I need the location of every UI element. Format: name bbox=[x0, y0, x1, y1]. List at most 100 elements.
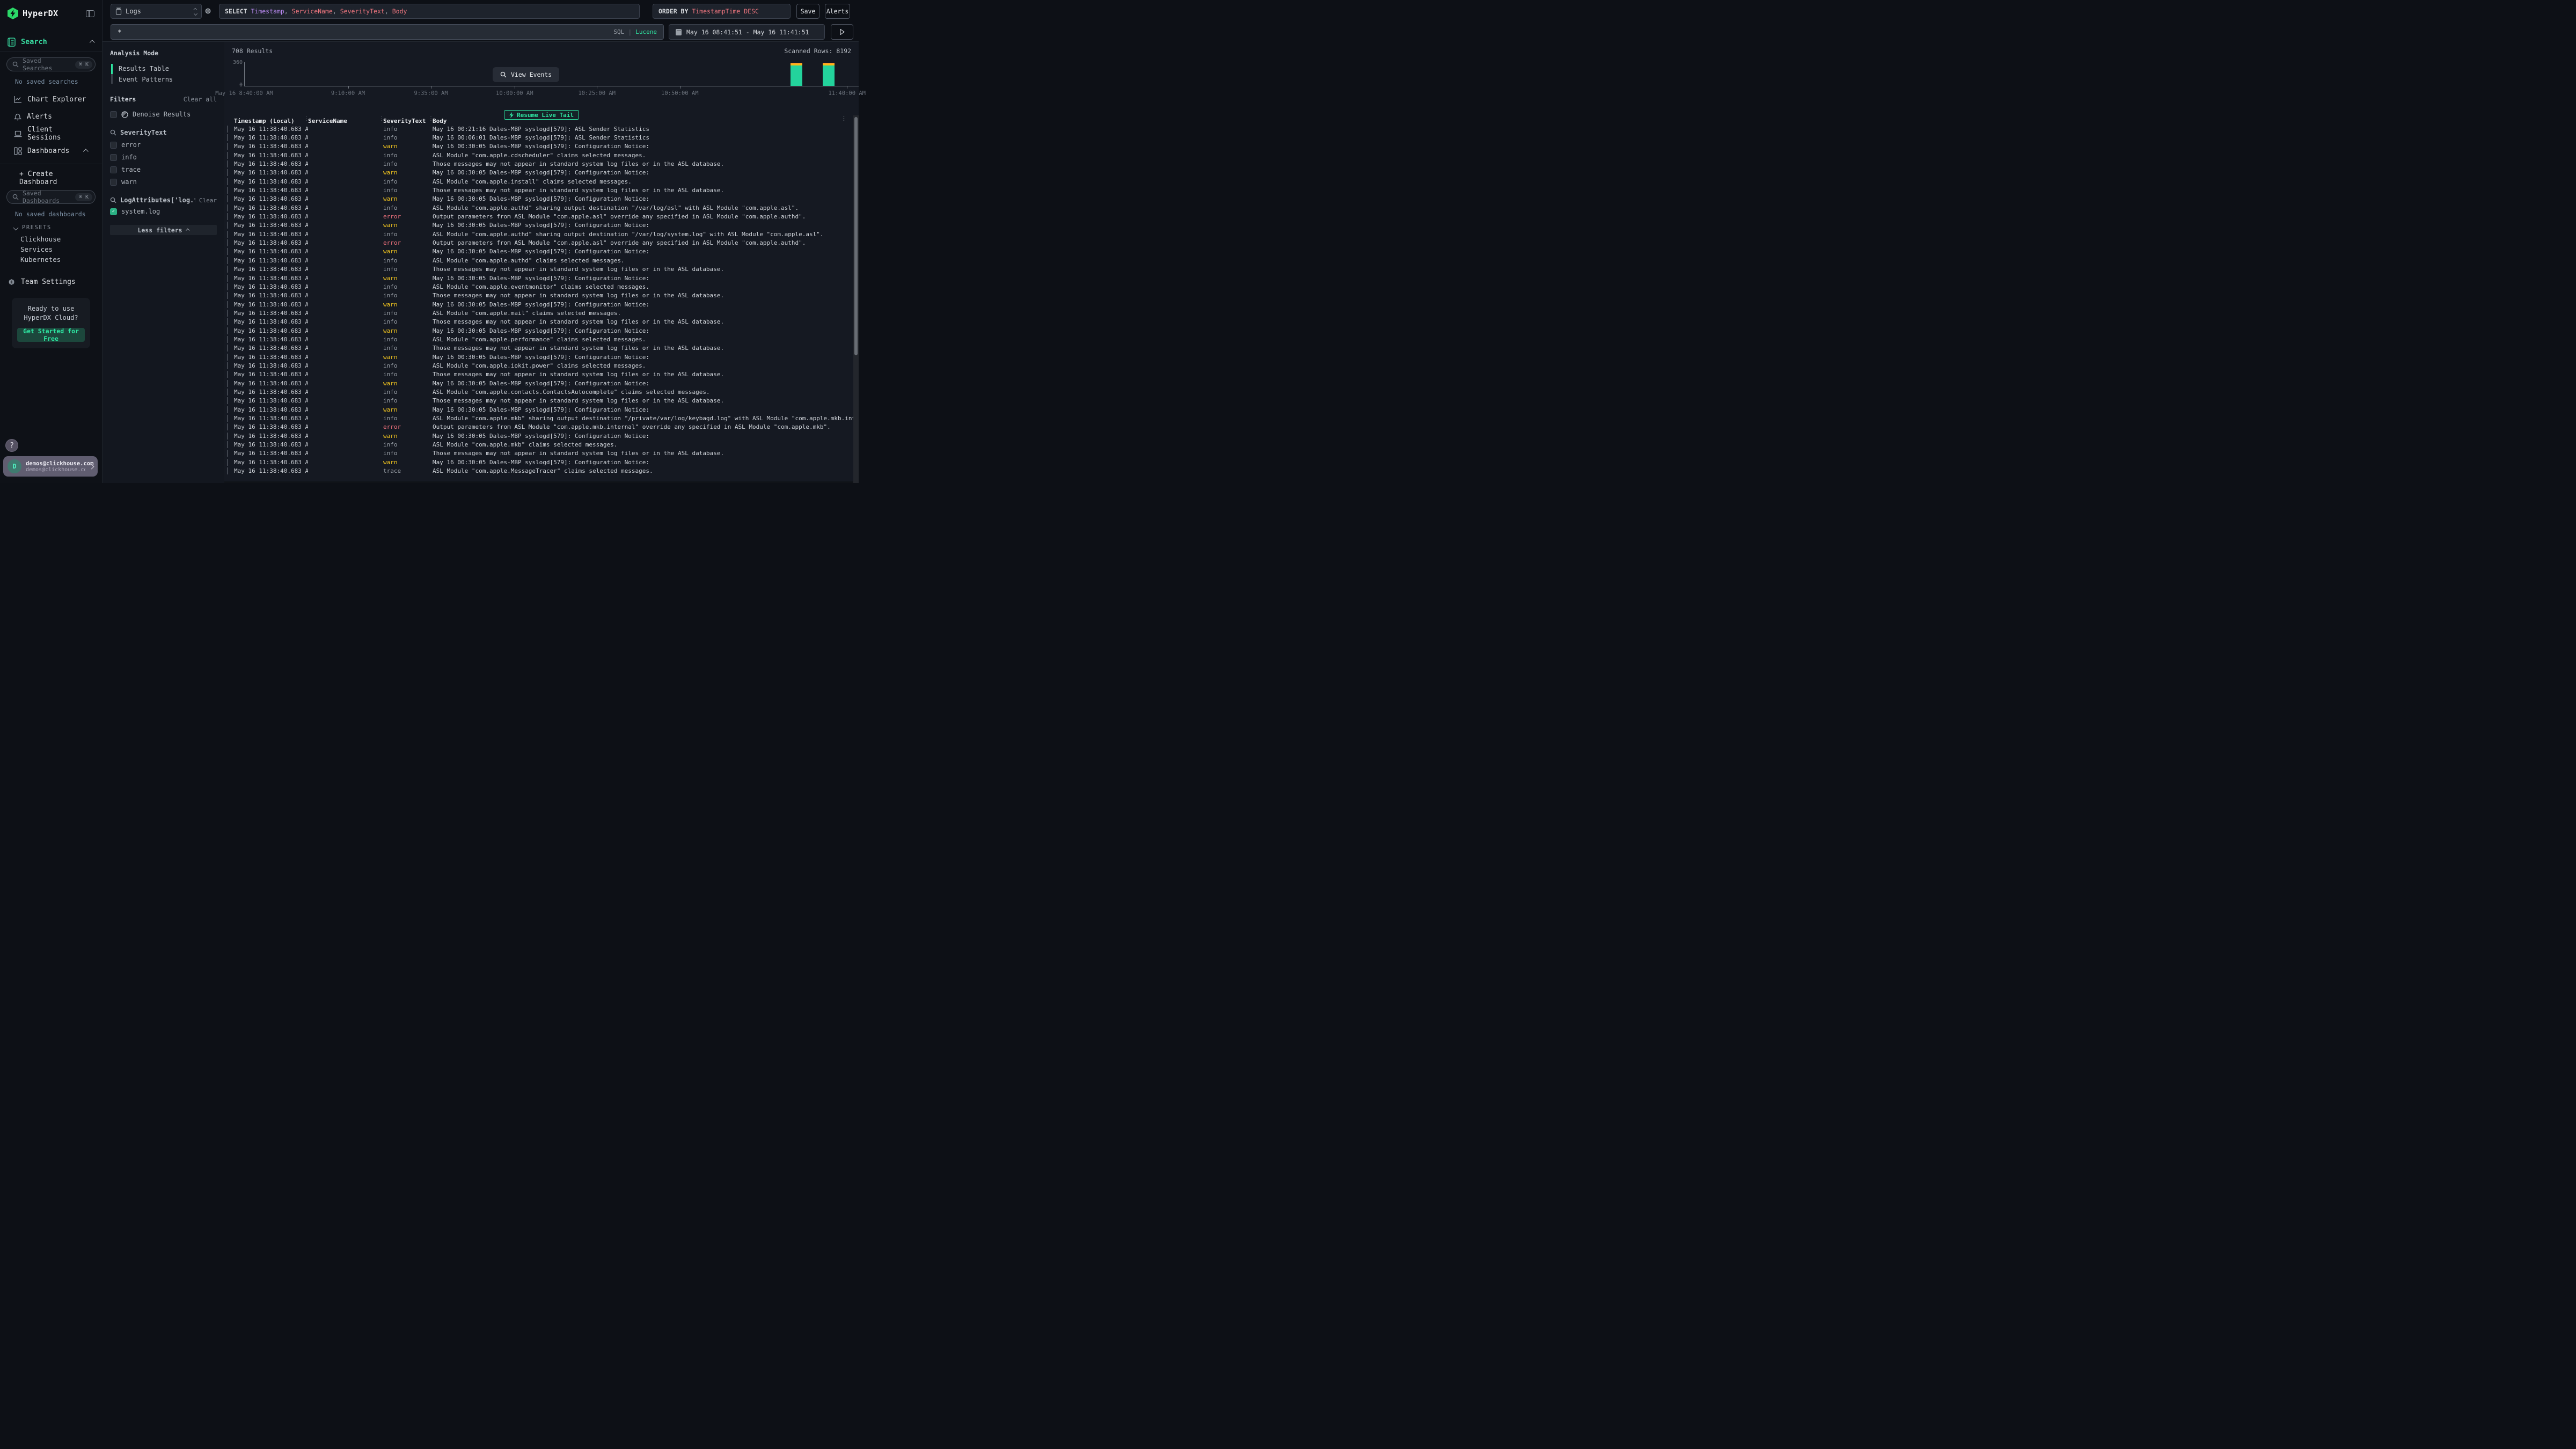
expand-row-chevron-icon[interactable] bbox=[224, 354, 234, 361]
save-button[interactable]: Save bbox=[796, 4, 819, 19]
table-row[interactable]: May 16 11:38:40.683 AMwarnMay 16 00:30:0… bbox=[224, 195, 853, 203]
table-row[interactable]: May 16 11:38:40.683 AMwarnMay 16 00:30:0… bbox=[224, 431, 853, 440]
expand-row-chevron-icon[interactable] bbox=[224, 213, 234, 220]
table-row[interactable]: May 16 11:38:40.683 AMwarnMay 16 00:30:0… bbox=[224, 142, 853, 151]
filter-option-trace[interactable]: trace bbox=[110, 166, 217, 173]
checkbox-checked[interactable]: ✓ bbox=[110, 208, 117, 215]
mode-toggle-lucene[interactable]: Lucene bbox=[635, 28, 657, 35]
table-row[interactable]: May 16 11:38:40.683 AMinfoMay 16 00:06:0… bbox=[224, 133, 853, 142]
clear-group-link[interactable]: Clear bbox=[199, 197, 217, 204]
expand-row-chevron-icon[interactable] bbox=[224, 178, 234, 185]
table-row[interactable]: May 16 11:38:40.683 AMinfoASL Module "co… bbox=[224, 151, 853, 159]
expand-row-chevron-icon[interactable] bbox=[224, 231, 234, 238]
expand-row-chevron-icon[interactable] bbox=[224, 222, 234, 229]
expand-row-chevron-icon[interactable] bbox=[224, 371, 234, 378]
table-row[interactable]: May 16 11:38:40.683 AMinfoASL Module "co… bbox=[224, 309, 853, 317]
sidebar-item-client-sessions[interactable]: Client Sessions bbox=[6, 125, 96, 142]
expand-row-chevron-icon[interactable] bbox=[224, 423, 234, 430]
filter-option-system-log[interactable]: ✓ system.log bbox=[110, 208, 217, 215]
expand-row-chevron-icon[interactable] bbox=[224, 266, 234, 273]
column-header-body[interactable]: Body bbox=[433, 118, 853, 125]
expand-row-chevron-icon[interactable] bbox=[224, 450, 234, 457]
denoise-checkbox[interactable] bbox=[110, 111, 117, 118]
expand-row-chevron-icon[interactable] bbox=[224, 433, 234, 440]
scrollbar-thumb[interactable] bbox=[854, 117, 858, 355]
expand-row-chevron-icon[interactable] bbox=[224, 134, 234, 141]
checkbox[interactable] bbox=[110, 142, 117, 149]
expand-row-chevron-icon[interactable] bbox=[224, 318, 234, 325]
expand-row-chevron-icon[interactable] bbox=[224, 301, 234, 308]
time-range-picker[interactable]: May 16 08:41:51 - May 16 11:41:51 bbox=[669, 24, 825, 40]
table-options-kebab-icon[interactable]: ⋮ bbox=[841, 115, 847, 122]
expand-row-chevron-icon[interactable] bbox=[224, 336, 234, 343]
mode-event-patterns[interactable]: Event Patterns bbox=[119, 74, 217, 85]
table-row[interactable]: May 16 11:38:40.683 AMwarnMay 16 00:30:0… bbox=[224, 247, 853, 256]
column-resize-handle-icon[interactable]: ⋮ bbox=[428, 116, 434, 122]
column-header-severitytext[interactable]: SeverityText bbox=[383, 118, 433, 125]
select-columns-input[interactable]: SELECT Timestamp , ServiceName , Severit… bbox=[219, 4, 640, 19]
filter-group-severitytext[interactable]: SeverityText bbox=[120, 129, 217, 136]
table-row[interactable]: May 16 11:38:40.683 AMinfoASL Module "co… bbox=[224, 335, 853, 343]
presets-header[interactable]: PRESETS bbox=[14, 224, 96, 231]
chart-bar[interactable] bbox=[823, 63, 835, 86]
expand-row-chevron-icon[interactable] bbox=[224, 415, 234, 422]
expand-row-chevron-icon[interactable] bbox=[224, 239, 234, 246]
expand-row-chevron-icon[interactable] bbox=[224, 327, 234, 334]
expand-row-chevron-icon[interactable] bbox=[224, 362, 234, 369]
table-row[interactable]: May 16 11:38:40.683 AMinfoThose messages… bbox=[224, 318, 853, 326]
help-button[interactable]: ? bbox=[5, 439, 18, 452]
expand-row-chevron-icon[interactable] bbox=[224, 187, 234, 194]
table-row[interactable]: May 16 11:38:40.683 AMwarnMay 16 00:30:0… bbox=[224, 353, 853, 361]
column-header-servicename[interactable]: ServiceName bbox=[308, 118, 383, 125]
table-row[interactable]: May 16 11:38:40.683 AMwarnMay 16 00:30:0… bbox=[224, 300, 853, 309]
mode-results-table[interactable]: Results Table bbox=[119, 63, 217, 74]
order-by-input[interactable]: ORDER BY TimestampTime DESC bbox=[653, 4, 791, 19]
expand-row-chevron-icon[interactable] bbox=[224, 292, 234, 299]
expand-row-chevron-icon[interactable] bbox=[224, 169, 234, 176]
preset-item-clickhouse[interactable]: Clickhouse bbox=[6, 234, 96, 244]
alerts-button[interactable]: Alerts bbox=[825, 4, 850, 19]
expand-row-chevron-icon[interactable] bbox=[224, 459, 234, 466]
table-row[interactable]: May 16 11:38:40.683 AMwarnMay 16 00:30:0… bbox=[224, 458, 853, 466]
sidebar-item-dashboards[interactable]: Dashboards bbox=[6, 142, 96, 159]
expand-row-chevron-icon[interactable] bbox=[224, 467, 234, 474]
table-row[interactable]: May 16 11:38:40.683 AMinfoASL Module "co… bbox=[224, 230, 853, 238]
checkbox[interactable] bbox=[110, 154, 117, 161]
saved-dashboards-input[interactable]: Saved Dashboards ⌘ K bbox=[6, 190, 96, 204]
table-row[interactable]: May 16 11:38:40.683 AMerrorOutput parame… bbox=[224, 212, 853, 221]
saved-searches-input[interactable]: Saved Searches ⌘ K bbox=[6, 57, 96, 71]
expand-row-chevron-icon[interactable] bbox=[224, 248, 234, 255]
source-settings-gear-icon[interactable] bbox=[204, 7, 212, 15]
table-row[interactable]: May 16 11:38:40.683 AMwarnMay 16 00:30:0… bbox=[224, 221, 853, 230]
search-query-input[interactable]: * SQL | Lucene bbox=[111, 24, 664, 40]
expand-row-chevron-icon[interactable] bbox=[224, 345, 234, 352]
expand-row-chevron-icon[interactable] bbox=[224, 441, 234, 448]
filter-option-error[interactable]: error bbox=[110, 141, 217, 149]
table-row[interactable]: May 16 11:38:40.683 AMinfoThose messages… bbox=[224, 265, 853, 274]
table-row[interactable]: May 16 11:38:40.683 AMwarnMay 16 00:30:0… bbox=[224, 274, 853, 282]
table-row[interactable]: May 16 11:38:40.683 AMinfoThose messages… bbox=[224, 449, 853, 458]
table-row[interactable]: May 16 11:38:40.683 AMinfoThose messages… bbox=[224, 370, 853, 379]
vertical-scrollbar[interactable] bbox=[853, 115, 859, 483]
preset-item-services[interactable]: Services bbox=[6, 244, 96, 254]
create-dashboard-button[interactable]: + Create Dashboard bbox=[6, 170, 96, 187]
expand-row-chevron-icon[interactable] bbox=[224, 406, 234, 413]
table-row[interactable]: May 16 11:38:40.683 AMinfoASL Module "co… bbox=[224, 177, 853, 186]
chart-bar[interactable] bbox=[791, 63, 802, 86]
sidebar-item-team-settings[interactable]: Team Settings bbox=[6, 273, 96, 290]
column-header-timestamp[interactable]: Timestamp (Local) bbox=[234, 118, 308, 125]
table-row[interactable]: May 16 11:38:40.683 AMwarnMay 16 00:30:0… bbox=[224, 379, 853, 387]
table-row[interactable]: May 16 11:38:40.683 AMinfoThose messages… bbox=[224, 159, 853, 168]
table-row[interactable]: May 16 11:38:40.683 AMinfoASL Module "co… bbox=[224, 282, 853, 291]
expand-row-chevron-icon[interactable] bbox=[224, 283, 234, 290]
table-row[interactable]: May 16 11:38:40.683 AMerrorOutput parame… bbox=[224, 423, 853, 431]
table-row[interactable]: May 16 11:38:40.683 AMinfoASL Module "co… bbox=[224, 440, 853, 449]
horizontal-scrollbar-track[interactable] bbox=[224, 481, 853, 483]
table-row[interactable]: May 16 11:38:40.683 AMwarnMay 16 00:30:0… bbox=[224, 405, 853, 414]
mode-toggle-sql[interactable]: SQL bbox=[613, 28, 624, 35]
expand-row-chevron-icon[interactable] bbox=[224, 380, 234, 387]
view-events-button[interactable]: View Events bbox=[493, 67, 559, 82]
sidebar-item-search[interactable]: Search bbox=[0, 32, 102, 52]
expand-row-chevron-icon[interactable] bbox=[224, 389, 234, 396]
sidebar-item-alerts[interactable]: Alerts bbox=[6, 108, 96, 125]
